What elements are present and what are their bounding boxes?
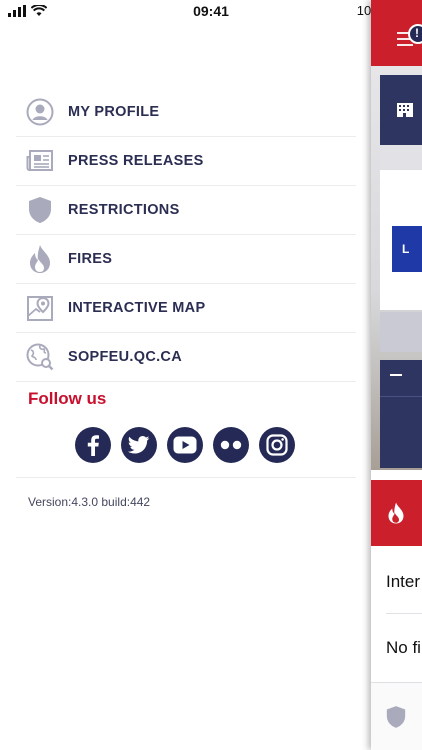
globe-search-icon (26, 343, 54, 371)
flickr-icon (220, 440, 242, 450)
menu-item-label: FIRES (68, 251, 113, 267)
menu-item-interactive-map[interactable]: INTERACTIVE MAP (16, 284, 356, 333)
building-icon (397, 103, 413, 117)
notification-badge-glyph: ! (415, 26, 419, 40)
shield-icon (26, 196, 54, 224)
shield-icon[interactable] (386, 705, 406, 729)
main-screen-peek[interactable]: ! L Inter No fi (371, 0, 422, 750)
fires-section-header (371, 480, 422, 546)
flame-icon (26, 245, 54, 273)
menu-item-label: MY PROFILE (68, 104, 160, 120)
section-row-text: Inter (386, 572, 421, 591)
social-links (75, 427, 295, 463)
youtube-icon (173, 436, 197, 454)
info-card-subheader (380, 145, 422, 169)
menu-item-label: INTERACTIVE MAP (68, 300, 206, 316)
menu-item-restrictions[interactable]: RESTRICTIONS (16, 186, 356, 235)
follow-us-heading: Follow us (28, 389, 107, 408)
menu-item-label: SOPFEU.QC.CA (68, 349, 182, 365)
map-pin-icon (26, 294, 54, 322)
instagram-button[interactable] (259, 427, 295, 463)
twitter-button[interactable] (121, 427, 157, 463)
menu-item-press-releases[interactable]: PRESS RELEASES (16, 137, 356, 186)
section-row-text: No fi (386, 638, 421, 657)
youtube-button[interactable] (167, 427, 203, 463)
flickr-button[interactable] (213, 427, 249, 463)
menu-item-label: RESTRICTIONS (68, 202, 180, 218)
profile-icon (26, 98, 54, 126)
divider (386, 613, 422, 614)
facebook-button[interactable] (75, 427, 111, 463)
dark-card (380, 360, 422, 468)
menu-item-my-profile[interactable]: MY PROFILE (16, 88, 356, 137)
instagram-icon (266, 434, 288, 456)
side-menu: MY PROFILE PRESS RELEASES RESTRICTIONS F… (16, 88, 356, 382)
menu-item-label: PRESS RELEASES (68, 153, 204, 169)
flame-icon (388, 502, 404, 524)
menu-item-fires[interactable]: FIRES (16, 235, 356, 284)
info-card-header (380, 75, 422, 145)
twitter-icon (128, 436, 150, 454)
divider (16, 477, 356, 478)
card-action-button[interactable]: L (392, 226, 422, 272)
menu-item-website[interactable]: SOPFEU.QC.CA (16, 333, 356, 382)
status-bar: 09:41 100% (0, 0, 422, 24)
facebook-icon (87, 435, 99, 456)
card-footer (380, 312, 422, 352)
card-action-label: L (402, 242, 410, 256)
version-label: Version:4.3.0 build:442 (28, 495, 151, 509)
newspaper-icon (26, 147, 54, 175)
tab-bar (371, 682, 422, 750)
